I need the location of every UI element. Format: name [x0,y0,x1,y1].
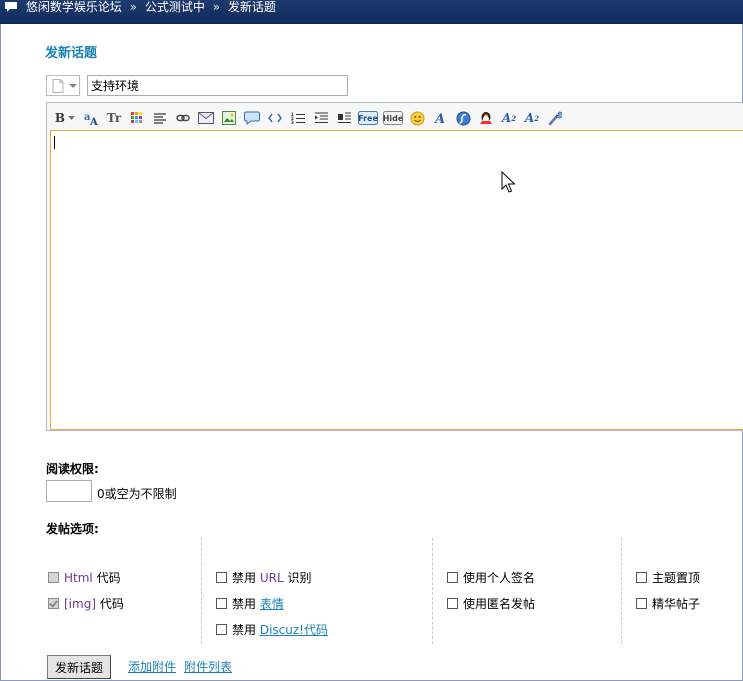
discuz-code-link[interactable]: Discuz!代码 [260,621,328,638]
option-sticky: 主题置顶 [636,569,700,586]
svg-text:A: A [433,112,445,125]
html-keyword: Html [64,570,93,585]
link-icon[interactable] [174,109,192,127]
breadcrumb-separator: » [129,0,138,14]
tools-icon[interactable] [546,109,564,127]
breadcrumb: 悠闲数学娱乐论坛 » 公式测试中 » 发新话题 [4,0,280,14]
email-icon[interactable] [197,109,215,127]
font-color-icon[interactable]: aA [82,109,100,127]
smilies-link[interactable]: 表情 [260,595,284,612]
html-code-checkbox[interactable] [48,572,59,583]
breadcrumb-separator: » [212,0,221,14]
column-divider [432,538,433,644]
disable-smilies-prefix: 禁用 [232,597,257,611]
option-disable-smilies: 禁用 表情 [216,595,284,612]
svg-text:3: 3 [291,120,294,125]
breadcrumb-current: 发新话题 [227,0,276,14]
url-keyword: URL [259,570,284,585]
anonymous-label: 使用匿名发帖 [463,597,536,611]
bold-icon[interactable]: B [53,109,77,127]
free-icon[interactable]: Free [358,109,378,127]
message-textarea[interactable] [50,130,743,430]
flash-icon[interactable] [454,109,472,127]
breadcrumb-forum[interactable]: 悠闲数学娱乐论坛 [26,0,122,14]
post-icon-select[interactable] [46,75,80,96]
disable-discuz-prefix: 禁用 [232,623,257,637]
disable-url-suffix: 识别 [287,571,312,585]
text-caret [54,136,55,149]
use-signature-checkbox[interactable] [447,572,458,583]
document-icon [52,79,64,96]
hide-label: Hide [382,113,404,123]
chevron-down-icon [69,84,77,88]
submit-post-button[interactable]: 发新话题 [47,655,111,679]
read-permission-hint: 0或空为不限制 [97,487,177,501]
ordered-list-icon[interactable]: 123 [289,109,307,127]
editor-toolbar: B aA Tr 1 2 3 Free Hide A A 2 A 2 [53,109,569,127]
superscript-icon[interactable]: A2 [500,109,518,127]
image-icon[interactable] [220,109,238,127]
disable-url-checkbox[interactable] [216,572,227,583]
top-bar: 悠闲数学娱乐论坛 » 公式测试中 » 发新话题 [0,0,743,24]
forum-home-icon[interactable] [4,1,18,12]
font-icon[interactable]: A [431,109,449,127]
quote-icon[interactable] [243,109,261,127]
attachment-list-link[interactable]: 附件列表 [184,658,232,675]
hide-icon[interactable]: Hide [383,109,403,127]
digest-checkbox[interactable] [636,598,647,609]
code-icon[interactable] [266,109,284,127]
mouse-cursor-icon [501,170,516,196]
use-signature-label: 使用个人签名 [463,571,536,585]
disable-url-prefix: 禁用 [232,571,257,585]
anonymous-checkbox[interactable] [447,598,458,609]
column-divider [201,538,202,644]
option-html-code: Html 代码 [48,569,121,586]
img-suffix: 代码 [99,597,124,611]
align-right-icon[interactable] [335,109,353,127]
option-img-code: [img] 代码 [48,595,124,612]
subject-input[interactable] [87,75,348,96]
svg-text:A: A [89,117,98,126]
add-attachment-link[interactable]: 添加附件 [128,658,176,675]
option-anonymous: 使用匿名发帖 [447,595,535,612]
read-permission-label: 阅读权限: [46,462,99,476]
disable-discuz-checkbox[interactable] [216,624,227,635]
smiley-icon[interactable] [408,109,426,127]
sticky-checkbox[interactable] [636,572,647,583]
post-options-label: 发帖选项: [46,522,99,536]
bold-label: B [54,111,66,125]
free-label: Free [358,113,378,123]
option-disable-url: 禁用 URL 识别 [216,569,312,586]
column-divider [621,538,622,644]
html-suffix: 代码 [96,571,121,585]
superscript-label: A [501,111,512,125]
breadcrumb-board[interactable]: 公式测试中 [145,0,205,14]
option-use-signature: 使用个人签名 [447,569,535,586]
subscript-icon[interactable]: A2 [523,109,541,127]
disable-smilies-checkbox[interactable] [216,598,227,609]
sticky-label: 主题置顶 [652,571,701,585]
subscript-label: A [524,111,535,125]
align-icon[interactable] [151,109,169,127]
option-disable-discuz: 禁用 Discuz!代码 [216,621,328,638]
qq-icon[interactable] [477,109,495,127]
page-title: 发新话题 [45,46,98,61]
img-keyword: [img] [64,596,97,611]
indent-icon[interactable] [312,109,330,127]
img-code-checkbox[interactable] [48,598,59,609]
font-size-label: Tr [106,111,122,125]
option-digest: 精华帖子 [636,595,700,612]
color-grid-icon[interactable] [128,109,146,127]
font-size-icon[interactable]: Tr [105,109,123,127]
digest-label: 精华帖子 [652,597,701,611]
editor: B aA Tr 1 2 3 Free Hide A A 2 A 2 [46,102,743,431]
read-permission-input[interactable] [46,480,92,502]
